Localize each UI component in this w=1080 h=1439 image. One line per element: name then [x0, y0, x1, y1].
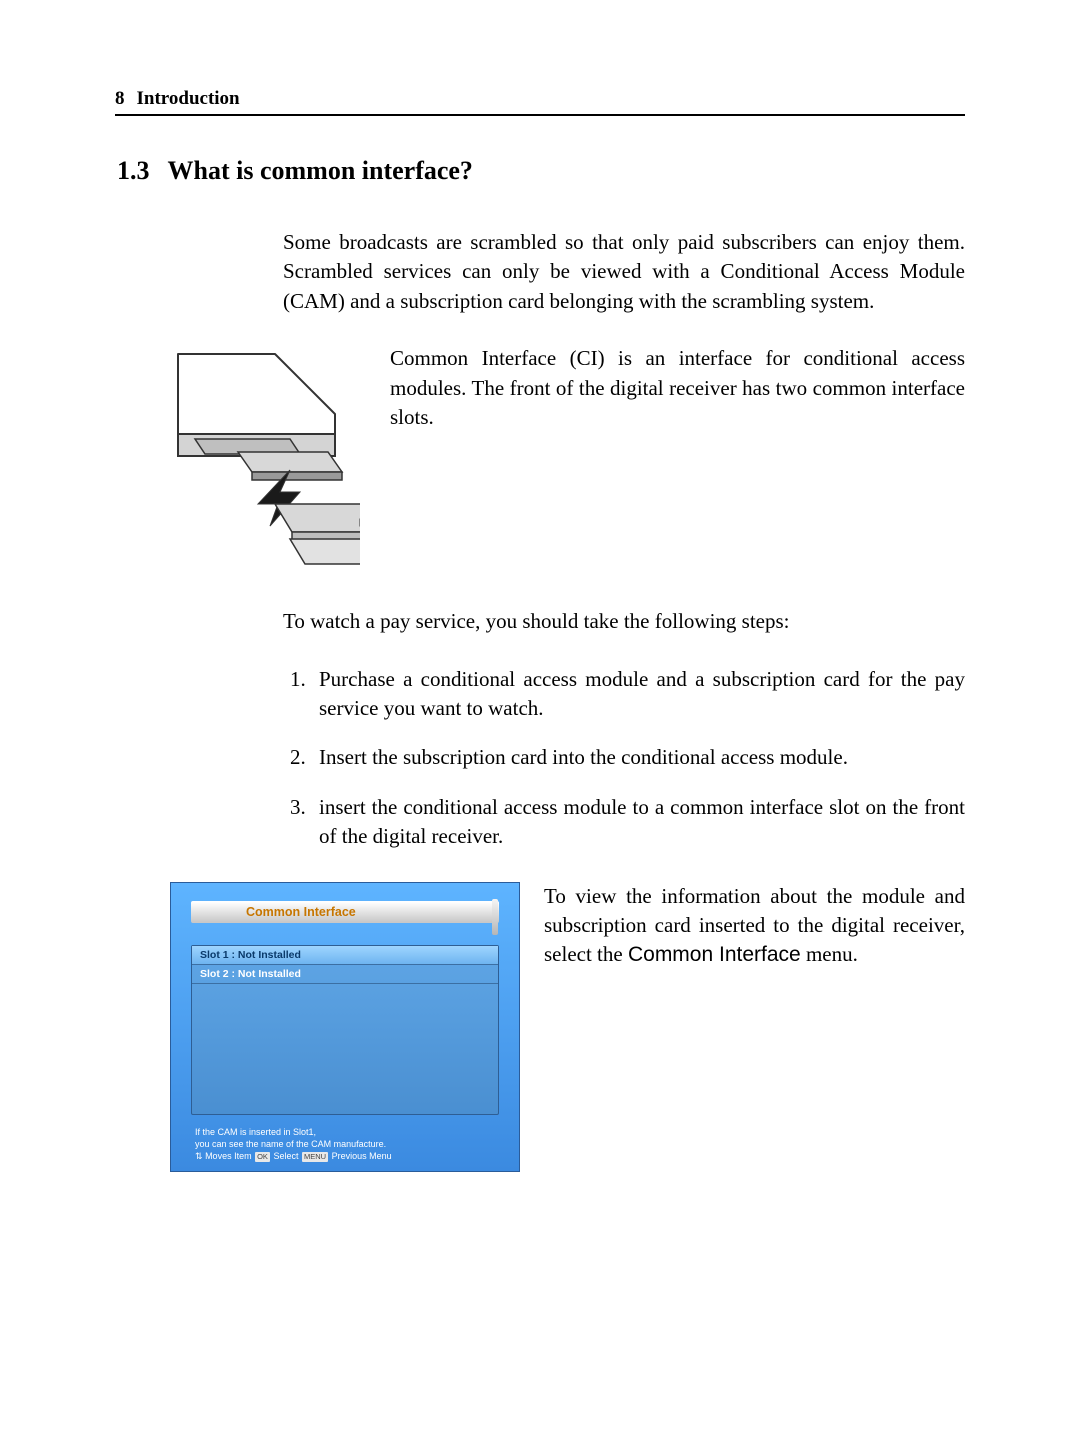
slot-panel: Slot 1 : Not Installed Slot 2 : Not Inst…	[191, 945, 499, 1115]
chapter-title: Introduction	[137, 88, 240, 110]
arrows-icon: ⇅	[195, 1151, 203, 1161]
slot-row-2: Slot 2 : Not Installed	[192, 965, 498, 984]
screenshot-tip1: If the CAM is inserted in Slot1,	[195, 1127, 495, 1139]
screenshot-para-after: menu.	[801, 942, 858, 966]
receiver-slot-illustration	[170, 344, 360, 579]
section-title: What is common interface?	[168, 156, 473, 185]
figure-paragraph: Common Interface (CI) is an interface fo…	[390, 344, 965, 579]
step-item: insert the conditional access module to …	[311, 793, 965, 852]
steps-list: Purchase a conditional access module and…	[311, 665, 965, 852]
section-number: 1.3	[117, 156, 150, 185]
screenshot-para-sans: Common Interface	[628, 943, 801, 966]
steps-intro: To watch a pay service, you should take …	[283, 607, 965, 636]
nav-moves-label: Moves Item	[205, 1151, 252, 1161]
nav-select-label: Select	[273, 1151, 298, 1161]
step-item: Insert the subscription card into the co…	[311, 743, 965, 772]
screenshot-with-text: Common Interface Slot 1 : Not Installed …	[170, 882, 965, 1172]
screenshot-tip2: you can see the name of the CAM manufact…	[195, 1139, 495, 1151]
screenshot-title: Common Interface	[191, 901, 499, 923]
step-item: Purchase a conditional access module and…	[311, 665, 965, 724]
ok-button-icon: OK	[255, 1152, 270, 1162]
slot-row-1: Slot 1 : Not Installed	[192, 946, 498, 965]
scrollbar-nub	[492, 899, 498, 935]
page-header: 8 Introduction	[115, 88, 965, 116]
menu-button-icon: MENU	[302, 1152, 328, 1162]
page-number: 8	[115, 88, 125, 110]
screenshot-footer: If the CAM is inserted in Slot1, you can…	[191, 1123, 499, 1164]
screenshot-nav: ⇅ Moves Item OK Select MENU Previous Men…	[195, 1151, 495, 1163]
intro-paragraph: Some broadcasts are scrambled so that on…	[283, 228, 965, 316]
figure-with-text: Common Interface (CI) is an interface fo…	[170, 344, 965, 579]
common-interface-screenshot: Common Interface Slot 1 : Not Installed …	[170, 882, 520, 1172]
section-heading: 1.3 What is common interface?	[115, 156, 965, 186]
screenshot-paragraph: To view the information about the module…	[544, 882, 965, 1172]
nav-previous-label: Previous Menu	[332, 1151, 392, 1161]
